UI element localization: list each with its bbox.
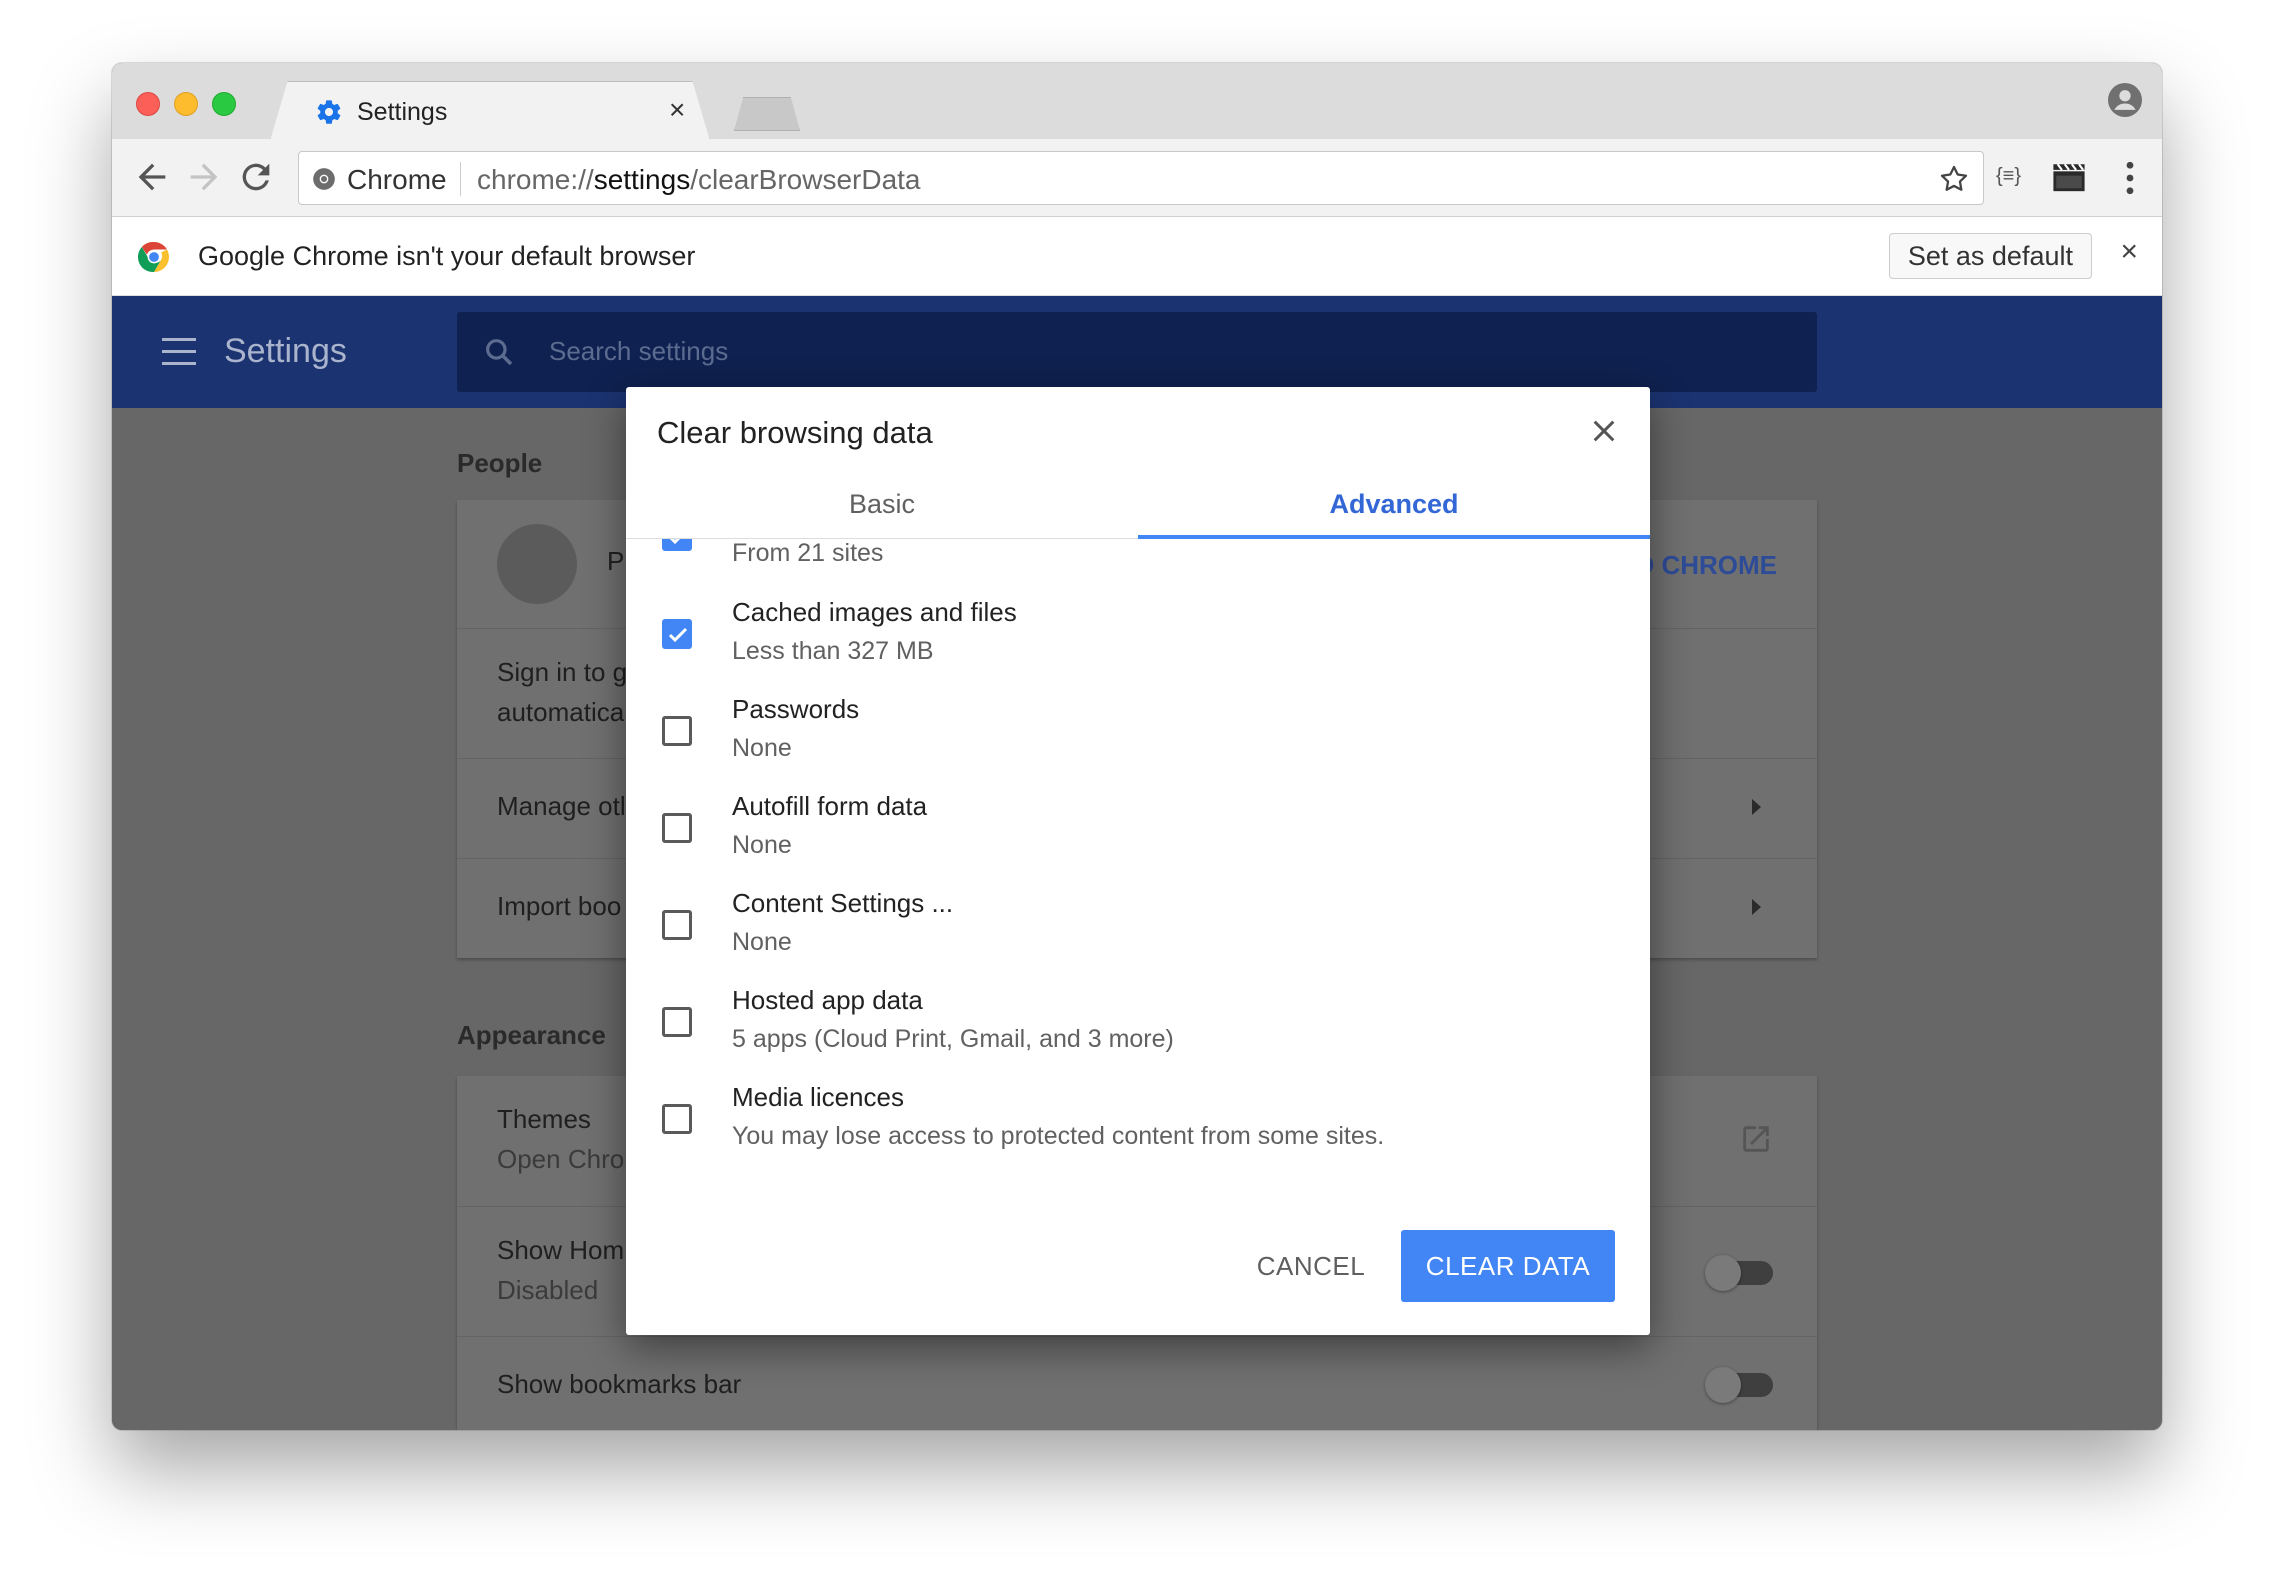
tab-advanced[interactable]: Advanced bbox=[1138, 469, 1650, 539]
chrome-logo-icon bbox=[137, 241, 169, 273]
list-item: Cached images and files Less than 327 MB bbox=[626, 597, 1650, 693]
checkmark-icon bbox=[668, 627, 688, 643]
sign-in-text: Sign in to g bbox=[497, 657, 628, 687]
json-extension-icon[interactable]: {≡} bbox=[1996, 165, 2021, 188]
clapperboard-extension-icon[interactable] bbox=[2052, 161, 2086, 193]
dialog-tabs: Basic Advanced bbox=[626, 469, 1650, 539]
chevron-right-icon bbox=[1752, 799, 1761, 815]
infobar-close-icon[interactable]: × bbox=[2120, 235, 2138, 269]
item-sub: None bbox=[732, 734, 792, 762]
show-home-sub: Disabled bbox=[497, 1275, 599, 1305]
maximize-window-button[interactable] bbox=[212, 92, 236, 116]
item-sub: From 21 sites bbox=[732, 539, 884, 567]
list-item: Hosted app data 5 apps (Cloud Print, Gma… bbox=[626, 985, 1650, 1081]
clear-browsing-data-dialog: Clear browsing data Basic Advanced From … bbox=[626, 387, 1650, 1335]
checkbox-cookies[interactable] bbox=[662, 539, 692, 551]
chrome-site-icon bbox=[313, 168, 335, 190]
show-bookmarks-row: Show bookmarks bar bbox=[457, 1336, 1817, 1430]
checkbox-autofill[interactable] bbox=[662, 813, 692, 843]
profile-icon[interactable] bbox=[2108, 83, 2142, 117]
checkmark-icon bbox=[669, 539, 681, 545]
item-title: Hosted app data bbox=[732, 985, 923, 1015]
item-sub: You may lose access to protected content… bbox=[732, 1122, 1385, 1150]
new-tab-button[interactable] bbox=[734, 97, 800, 131]
forward-arrow-icon[interactable] bbox=[184, 157, 224, 197]
back-arrow-icon[interactable] bbox=[132, 157, 172, 197]
tab-settings[interactable]: Settings × bbox=[270, 81, 710, 141]
toolbar: Chrome chrome://settings/clearBrowserDat… bbox=[112, 139, 2162, 217]
default-browser-infobar: Google Chrome isn't your default browser… bbox=[112, 217, 2162, 296]
item-sub: None bbox=[732, 831, 792, 859]
url-host: settings bbox=[593, 164, 691, 195]
set-as-default-button[interactable]: Set as default bbox=[1888, 233, 2092, 279]
item-title: Autofill form data bbox=[732, 791, 928, 821]
show-home-toggle[interactable] bbox=[1705, 1255, 1773, 1291]
list-item: Content Settings ... None bbox=[626, 888, 1650, 984]
chevron-right-icon bbox=[1752, 899, 1761, 915]
checkbox-cached-images[interactable] bbox=[662, 619, 692, 649]
item-sub: None bbox=[732, 928, 792, 956]
import-label: Import boo bbox=[497, 891, 622, 921]
show-bookmarks-toggle[interactable] bbox=[1705, 1367, 1773, 1403]
sign-in-link[interactable]: O CHROME bbox=[1634, 550, 1777, 581]
themes-sub: Open Chror bbox=[497, 1144, 633, 1174]
list-item: Passwords None bbox=[626, 694, 1650, 790]
gear-icon bbox=[317, 100, 341, 124]
reload-icon[interactable] bbox=[236, 157, 276, 197]
dialog-title: Clear browsing data bbox=[657, 415, 933, 450]
item-sub: Less than 327 MB bbox=[732, 637, 934, 665]
item-title: Cached images and files bbox=[732, 597, 1017, 627]
avatar bbox=[497, 524, 577, 604]
checkbox-passwords[interactable] bbox=[662, 716, 692, 746]
sign-in-text-2: automatica bbox=[497, 697, 625, 727]
close-window-button[interactable] bbox=[136, 92, 160, 116]
clear-data-button[interactable]: CLEAR DATA bbox=[1401, 1230, 1615, 1302]
profile-name: P bbox=[607, 546, 625, 576]
bookmark-star-icon[interactable] bbox=[1937, 162, 1971, 196]
manage-other-label: Manage otl bbox=[497, 791, 626, 821]
hamburger-menu-icon[interactable] bbox=[162, 338, 196, 366]
omnibox-separator bbox=[460, 162, 461, 196]
item-title: Passwords bbox=[732, 694, 860, 724]
list-item: Autofill form data None bbox=[626, 791, 1650, 887]
show-bookmarks-label: Show bookmarks bar bbox=[497, 1369, 742, 1399]
tab-title: Settings bbox=[357, 98, 448, 126]
omnibox-site-label: Chrome bbox=[347, 164, 447, 195]
list-item: From 21 sites bbox=[626, 539, 1650, 595]
omnibox[interactable]: Chrome chrome://settings/clearBrowserDat… bbox=[298, 151, 1984, 205]
url-path: /clearBrowserData bbox=[690, 164, 921, 195]
search-settings-input[interactable]: Search settings bbox=[457, 312, 1817, 392]
infobar-message: Google Chrome isn't your default browser bbox=[198, 241, 696, 271]
open-external-icon[interactable] bbox=[1739, 1122, 1773, 1156]
appearance-section-label: Appearance bbox=[457, 1020, 606, 1050]
item-title: Media licences bbox=[732, 1082, 904, 1112]
menu-more-icon[interactable] bbox=[2124, 161, 2136, 195]
checkbox-media-licences[interactable] bbox=[662, 1104, 692, 1134]
search-placeholder: Search settings bbox=[549, 336, 729, 366]
list-item: Media licences You may lose access to pr… bbox=[626, 1082, 1650, 1178]
themes-label: Themes bbox=[497, 1104, 591, 1134]
close-icon[interactable] bbox=[1588, 415, 1620, 447]
tab-basic[interactable]: Basic bbox=[626, 469, 1138, 539]
minimize-window-button[interactable] bbox=[174, 92, 198, 116]
people-section-label: People bbox=[457, 448, 543, 478]
search-icon bbox=[486, 339, 513, 366]
checkbox-content-settings[interactable] bbox=[662, 910, 692, 940]
settings-title: Settings bbox=[224, 332, 347, 370]
tab-close-icon[interactable]: × bbox=[669, 94, 685, 126]
item-sub: 5 apps (Cloud Print, Gmail, and 3 more) bbox=[732, 1025, 1174, 1053]
show-home-label: Show Hom bbox=[497, 1235, 625, 1265]
dialog-scroll-area[interactable]: From 21 sites Cached images and files Le… bbox=[626, 539, 1650, 1179]
tab-strip: Settings × bbox=[112, 63, 2162, 141]
url-scheme: chrome:// bbox=[477, 164, 594, 195]
checkbox-hosted-app-data[interactable] bbox=[662, 1007, 692, 1037]
omnibox-url[interactable]: chrome://settings/clearBrowserData bbox=[477, 164, 921, 196]
cancel-button[interactable]: CANCEL bbox=[1246, 1230, 1376, 1302]
item-title: Content Settings ... bbox=[732, 888, 954, 918]
